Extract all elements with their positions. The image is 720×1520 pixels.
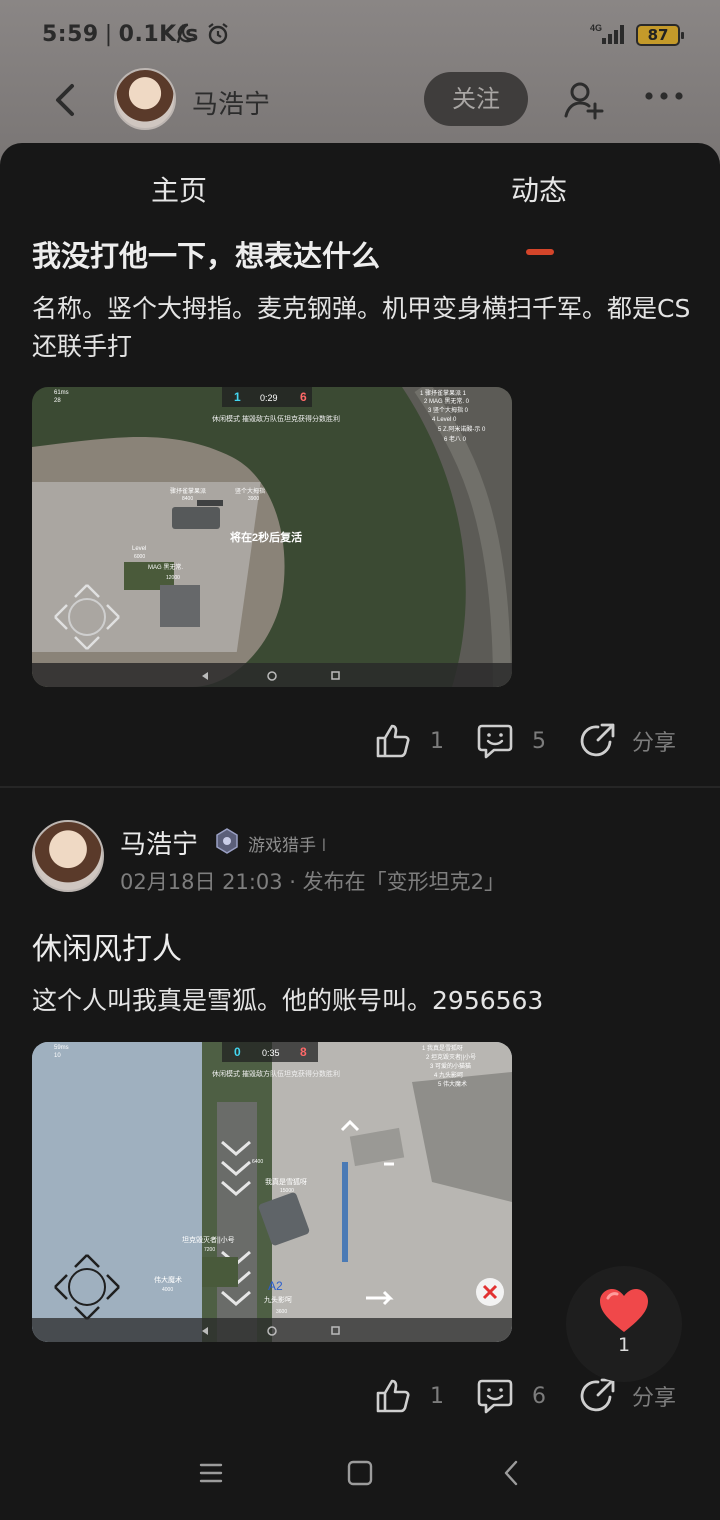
tab-feed[interactable]: 动态 xyxy=(511,169,567,209)
share-label: 分享 xyxy=(632,1386,677,1411)
svg-text:2 坦克毁灭者||小号: 2 坦克毁灭者||小号 xyxy=(426,1053,476,1061)
profile-header: 马浩宁 关注 xyxy=(0,66,720,136)
post-image[interactable]: 1 0:29 6 休闲模式 摧毁敌方队伍坦克获得分数胜利 将在2秒后复活 61m… xyxy=(32,387,512,687)
svg-text:8: 8 xyxy=(300,1045,307,1059)
comment-count: 6 xyxy=(532,1383,546,1409)
svg-text:坦克毁灭者||小号: 坦克毁灭者||小号 xyxy=(182,1235,235,1244)
svg-text:0:35: 0:35 xyxy=(262,1048,280,1058)
avatar[interactable] xyxy=(114,68,176,130)
like-button[interactable]: 1 xyxy=(374,711,444,771)
share-icon xyxy=(580,723,615,757)
post-actions: 1 5 分享 xyxy=(0,711,720,771)
share-button[interactable]: 分享 xyxy=(578,711,676,771)
svg-text:4 九头影呵: 4 九头影呵 xyxy=(434,1071,463,1079)
badge-icon xyxy=(216,828,238,854)
add-friend-icon[interactable] xyxy=(562,78,606,122)
svg-text:Level: Level xyxy=(132,546,146,552)
svg-text:1: 1 xyxy=(234,390,241,404)
svg-text:我真是雪狐呀: 我真是雪狐呀 xyxy=(265,1177,307,1186)
svg-text:5 Z.阿米诺酸-示 0: 5 Z.阿米诺酸-示 0 xyxy=(438,425,486,433)
svg-text:1 骤抒雀掌果派 1: 1 骤抒雀掌果派 1 xyxy=(420,389,467,397)
game-screenshot: 0 0:35 8 休闲模式 摧毁敌方队伍坦克获得分数胜利 59ms 10 1 我… xyxy=(32,1042,512,1342)
post-meta[interactable]: 02月18日 21:03 · 发布在「变形坦克2」 xyxy=(120,866,505,896)
svg-text:6 老八 0: 6 老八 0 xyxy=(444,435,467,443)
svg-text:0:29: 0:29 xyxy=(260,393,278,403)
network-type: 4G xyxy=(590,23,602,33)
svg-text:九头影呵: 九头影呵 xyxy=(264,1295,292,1304)
game-screenshot: 1 0:29 6 休闲模式 摧毁敌方队伍坦克获得分数胜利 将在2秒后复活 61m… xyxy=(32,387,512,687)
svg-text:61ms: 61ms xyxy=(54,390,69,396)
tab-bar: 主页 动态 xyxy=(0,169,720,255)
signal-icon: 4G xyxy=(590,23,624,44)
post-title[interactable]: 休闲风打人 xyxy=(32,924,182,968)
like-button[interactable]: 1 xyxy=(374,1366,444,1426)
post-title[interactable]: 我没打他一下，想表达什么 xyxy=(32,233,380,275)
svg-text:3900: 3900 xyxy=(248,496,259,502)
post-image[interactable]: 0 0:35 8 休闲模式 摧毁敌方队伍坦克获得分数胜利 59ms 10 1 我… xyxy=(32,1042,512,1342)
svg-text:12000: 12000 xyxy=(166,575,180,581)
svg-text:3 竖个大拇指 0: 3 竖个大拇指 0 xyxy=(428,406,469,414)
svg-text:A2: A2 xyxy=(268,1279,283,1293)
like-count: 1 xyxy=(430,728,444,754)
status-bar: 5:59 | 0.1K/s 4G 87 xyxy=(0,0,720,66)
svg-text:15000: 15000 xyxy=(280,1188,294,1194)
post-divider xyxy=(0,786,720,788)
svg-text:伟大魔术: 伟大魔术 xyxy=(154,1275,182,1284)
comment-count: 5 xyxy=(532,728,546,754)
author-name[interactable]: 马浩宁 xyxy=(120,824,198,861)
alarm-icon xyxy=(208,23,228,45)
svg-text:1 我真是雪狐呀: 1 我真是雪狐呀 xyxy=(422,1044,463,1052)
share-icon xyxy=(580,1378,615,1412)
do-not-disturb-icon xyxy=(177,23,195,43)
svg-text:5 伟大魔术: 5 伟大魔术 xyxy=(438,1080,467,1088)
post-author-header: 马浩宁 游戏猎手 02月18日 21:03 · 发布在「变形坦克2」 xyxy=(0,820,720,900)
comment-button[interactable]: 5 xyxy=(476,711,546,771)
svg-text:10: 10 xyxy=(54,1053,61,1059)
svg-text:竖个大拇指: 竖个大拇指 xyxy=(235,487,265,495)
svg-text:8400: 8400 xyxy=(182,496,193,502)
svg-text:休闲模式 摧毁敌方队伍坦克获得分数胜利: 休闲模式 摧毁敌方队伍坦克获得分数胜利 xyxy=(212,414,340,423)
svg-text:4000: 4000 xyxy=(162,1287,173,1293)
menu-icon[interactable] xyxy=(196,1458,226,1488)
share-label: 分享 xyxy=(632,731,677,756)
svg-text:将在2秒后复活: 将在2秒后复活 xyxy=(230,530,302,544)
comment-button[interactable]: 6 xyxy=(476,1366,546,1426)
svg-text:3600: 3600 xyxy=(276,1309,287,1315)
back-nav-icon[interactable] xyxy=(497,1458,527,1488)
thumbs-up-icon xyxy=(376,724,410,758)
svg-text:2 MAG 黑无常. 0: 2 MAG 黑无常. 0 xyxy=(424,397,470,405)
tab-active-indicator xyxy=(526,249,554,255)
svg-text:0: 0 xyxy=(234,1045,241,1059)
svg-text:6400: 6400 xyxy=(252,1159,263,1165)
floating-like-button[interactable]: 1 xyxy=(566,1266,682,1382)
svg-text:3 可爱的小猫猫: 3 可爱的小猫猫 xyxy=(430,1062,471,1070)
thumbs-up-icon xyxy=(376,1379,410,1413)
like-count: 1 xyxy=(430,1383,444,1409)
svg-text:骤抒雀掌果派: 骤抒雀掌果派 xyxy=(170,487,206,495)
comment-icon xyxy=(477,1379,513,1414)
svg-text:4 Level 0: 4 Level 0 xyxy=(432,417,457,423)
home-icon[interactable] xyxy=(345,1458,375,1488)
profile-username[interactable]: 马浩宁 xyxy=(192,84,270,121)
floating-like-count: 1 xyxy=(617,1334,631,1356)
battery-indicator: 87 xyxy=(636,24,684,46)
back-icon[interactable] xyxy=(48,82,82,118)
svg-text:28: 28 xyxy=(54,398,61,404)
post-text[interactable]: 名称。竖个大拇指。麦克钢弹。机甲变身横扫千军。都是CS还联手打 xyxy=(32,290,692,366)
svg-text:7200: 7200 xyxy=(204,1247,215,1253)
svg-text:6: 6 xyxy=(300,390,307,404)
heart-icon xyxy=(600,1289,648,1332)
svg-text:59ms: 59ms xyxy=(54,1045,69,1051)
follow-button[interactable]: 关注 xyxy=(424,72,528,126)
more-options-icon[interactable] xyxy=(644,86,684,106)
post-text[interactable]: 这个人叫我真是雪狐。他的账号叫。2956563 xyxy=(32,982,692,1020)
system-nav-bar xyxy=(0,1440,720,1504)
tab-home[interactable]: 主页 xyxy=(151,169,207,209)
author-avatar[interactable] xyxy=(32,820,104,892)
comment-icon xyxy=(477,724,513,759)
svg-text:休闲模式 摧毁敌方队伍坦克获得分数胜利: 休闲模式 摧毁敌方队伍坦克获得分数胜利 xyxy=(212,1069,340,1078)
svg-text:MAG 黑无常.: MAG 黑无常. xyxy=(148,563,183,571)
svg-text:6000: 6000 xyxy=(134,554,145,560)
author-badge: 游戏猎手 xyxy=(248,831,326,856)
